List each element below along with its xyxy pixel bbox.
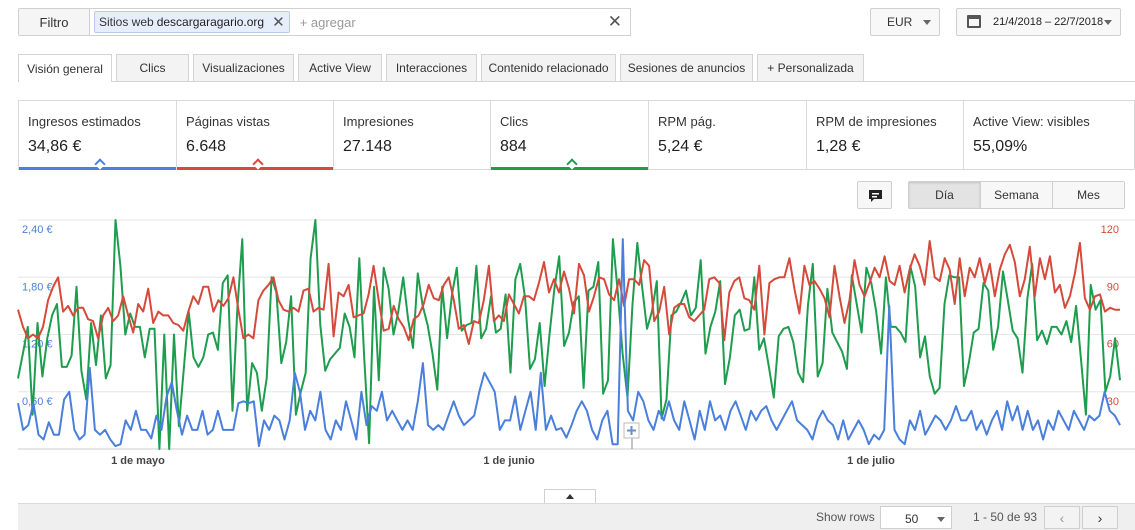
metric-label: Impresiones [343,114,414,129]
metric-value: 55,09% [973,138,1028,155]
add-annotation-icon[interactable] [623,422,640,439]
left-axis-tick-label: 2,40 € [22,224,53,236]
left-axis-tick-label: 1,80 € [22,281,53,293]
chip-remove-icon[interactable]: ✕ [272,15,285,30]
chevron-down-icon [937,517,945,522]
add-filter-placeholder[interactable]: + agregar [300,15,356,30]
chevron-left-icon: ‹ [1059,509,1065,526]
filter-input[interactable]: Sitios web descargaragario.org ✕ + agreg… [90,8,631,36]
metric-value: 884 [500,138,527,155]
period-button-3[interactable]: Mes [1053,182,1124,208]
performance-chart: 2,40 €1,80 €1,20 €0,60 €1209060301 de ma… [17,219,1135,467]
tab-6[interactable]: Contenido relacionado [481,54,616,81]
tab-5[interactable]: Interacciones [386,54,477,81]
chevron-right-icon: › [1097,509,1103,526]
metric-label: Páginas vistas [186,114,270,129]
metric-label: Ingresos estimados [28,114,141,129]
chip-prefix: Sitios web [99,15,154,29]
tab-1[interactable]: Visión general [18,54,112,82]
tab-7[interactable]: Sesiones de anuncios [620,54,753,81]
tab-3[interactable]: Visualizaciones [193,54,294,81]
metric-card-2[interactable]: Páginas vistas 6.648 [177,101,334,170]
tabs-divider [18,81,1135,82]
annotation-button[interactable] [857,181,892,209]
tab-4[interactable]: Active View [298,54,382,81]
metric-value: 34,86 € [28,138,82,155]
metric-cards: Ingresos estimados 34,86 € Páginas vistas 6… [18,100,1135,170]
metric-label: RPM pág. [658,114,716,129]
currency-select[interactable]: EUR [870,8,940,36]
metric-card-1[interactable]: Ingresos estimados 34,86 € [19,101,177,170]
currency-value: EUR [887,15,913,29]
rows-per-page-value: 50 [905,512,919,526]
period-toggle: Día Semana Mes [908,181,1125,209]
next-page-button[interactable]: › [1082,506,1118,529]
tab-2[interactable]: Clics [116,54,189,81]
metric-value: 27.148 [343,138,392,155]
period-button-2[interactable]: Semana [981,182,1053,208]
collapse-chart-toggle[interactable] [544,489,596,503]
date-range-picker[interactable]: 21/4/2018 – 22/7/2018 [956,8,1121,36]
metric-value: 6.648 [186,138,227,155]
chip-value: descargaragario.org [156,15,265,29]
chevron-down-icon [1104,20,1112,25]
x-axis-tick-label: 1 de mayo [111,455,165,467]
report-tabs: Visión general Clics Visualizaciones Active… [18,53,868,82]
filter-bar: Filtro Sitios web descargaragario.org ✕ … [18,8,631,36]
period-button-1[interactable]: Día [909,182,981,208]
chevron-up-icon [566,494,574,499]
chevron-down-icon [923,20,931,25]
metric-card-5[interactable]: RPM pág. 5,24 € [649,101,807,169]
calendar-icon [967,15,981,28]
date-range-value: 21/4/2018 – 22/7/2018 [993,16,1104,28]
filter-button[interactable]: Filtro [18,8,90,36]
left-axis-tick-label: 0,60 € [22,396,53,408]
pagination-range: 1 - 50 de 93 [973,510,1038,524]
metric-card-4[interactable]: Clics 884 [491,101,649,170]
metric-card-6[interactable]: RPM de impresiones 1,28 € [807,101,964,169]
x-axis-tick-label: 1 de junio [483,455,535,467]
rows-per-page-select[interactable]: 50 [880,506,952,529]
right-axis-tick-label: 90 [1107,281,1119,293]
x-axis-tick-label: 1 de julio [847,455,895,467]
right-axis-tick-label: 120 [1101,224,1119,236]
tab-8[interactable]: + Personalizada [757,54,864,81]
prev-page-button[interactable]: ‹ [1044,506,1080,529]
table-footer [18,503,1135,530]
metric-card-3[interactable]: Impresiones 27.148 [334,101,491,169]
metric-card-7[interactable]: Active View: visibles 55,09% [964,101,1134,169]
metric-value: 5,24 € [658,138,703,155]
filter-chip-sites[interactable]: Sitios web descargaragario.org ✕ [94,11,290,33]
show-rows-label: Show rows [816,510,875,524]
metric-label: Clics [500,114,529,129]
metric-label: RPM de impresiones [816,114,937,129]
comment-icon [869,190,882,202]
series-line-3 [17,238,1121,448]
metric-label: Active View: visibles [973,114,1090,129]
metric-value: 1,28 € [816,138,861,155]
clear-filter-icon[interactable]: ✕ [608,13,622,30]
